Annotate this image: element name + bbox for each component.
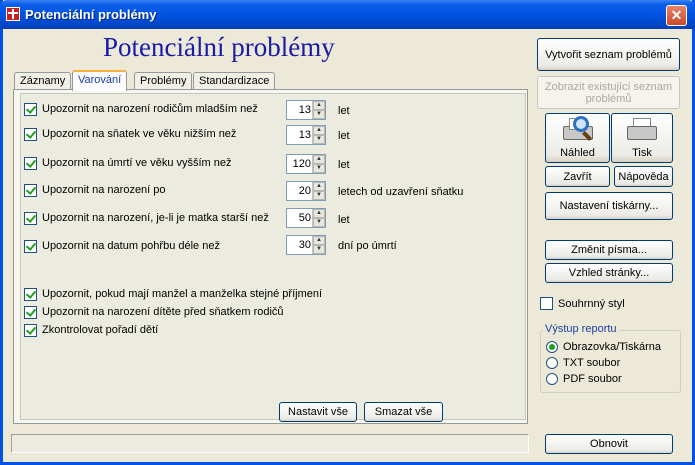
tab-standardizace[interactable]: Standardizace	[193, 72, 276, 90]
close-button[interactable]: Zavřít	[545, 166, 610, 187]
label-burial-late: Upozornit na datum pohřbu déle než	[42, 240, 220, 252]
spin-young-parent[interactable]: 13 ▲ ▼	[286, 100, 326, 120]
preview-button[interactable]: Náhled	[545, 113, 610, 163]
label-young-parent: Upozornit na narození rodičům mladším ne…	[42, 103, 258, 115]
spin-up-icon[interactable]: ▲	[313, 126, 325, 135]
printer-settings-button[interactable]: Nastavení tiskárny...	[545, 192, 673, 220]
print-button[interactable]: Tisk	[611, 113, 673, 163]
spin-up-icon[interactable]: ▲	[313, 155, 325, 164]
spin-old-death[interactable]: 120 ▲ ▼	[286, 154, 326, 174]
spin-up-icon[interactable]: ▲	[313, 101, 325, 110]
unit-old-death: let	[338, 159, 350, 171]
page-title: Potenciální problémy	[103, 32, 335, 62]
checkbox-children-order[interactable]	[24, 324, 37, 337]
tab-problemy[interactable]: Problémy	[134, 72, 193, 90]
radio-txt-file[interactable]	[546, 357, 558, 369]
app-icon	[6, 7, 20, 21]
label-child-before-marriage: Upozornit na narození dítěte před sňatke…	[42, 306, 284, 318]
label-young-marriage: Upozornit na sňatek ve věku nižším než	[42, 128, 237, 140]
report-output-title: Výstup reportu	[543, 323, 619, 335]
show-existing-button[interactable]: Zobrazit existující seznam problémů	[537, 76, 680, 109]
warnings-panel	[20, 93, 526, 420]
label-children-order: Zkontrolovat pořadí dětí	[42, 324, 159, 336]
change-font-button[interactable]: Změnit písma...	[545, 240, 673, 260]
spin-down-icon[interactable]: ▼	[313, 218, 325, 227]
create-list-button[interactable]: Vytvořit seznam problémů	[537, 38, 680, 71]
spin-up-icon[interactable]: ▲	[313, 209, 325, 218]
tab-varovani[interactable]: Varování	[72, 70, 128, 91]
checkbox-young-marriage[interactable]	[24, 128, 37, 141]
spin-up-icon[interactable]: ▲	[313, 182, 325, 191]
refresh-button[interactable]: Obnovit	[545, 434, 673, 454]
spin-old-mother[interactable]: 50 ▲ ▼	[286, 208, 326, 228]
magnifier-icon	[561, 116, 595, 144]
spin-birth-after[interactable]: 20 ▲ ▼	[286, 181, 326, 201]
unit-burial-late: dní po úmrtí	[338, 240, 397, 252]
printer-icon	[625, 116, 659, 144]
radio-pdf-file[interactable]	[546, 373, 558, 385]
spin-up-icon[interactable]: ▲	[313, 236, 325, 245]
tab-zaznamy[interactable]: Záznamy	[14, 72, 72, 90]
summary-style-label: Souhrnný styl	[558, 298, 625, 310]
spin-down-icon[interactable]: ▼	[313, 191, 325, 200]
label-txt-file: TXT soubor	[563, 357, 621, 369]
unit-young-marriage: let	[338, 130, 350, 142]
set-all-button[interactable]: Nastavit vše	[279, 402, 357, 422]
page-layout-button[interactable]: Vzhled stránky...	[545, 263, 673, 283]
checkbox-old-mother[interactable]	[24, 212, 37, 225]
label-old-mother: Upozornit na narození, je-li je matka st…	[42, 212, 269, 224]
spin-down-icon[interactable]: ▼	[313, 164, 325, 173]
spin-down-icon[interactable]: ▼	[313, 135, 325, 144]
label-same-surname: Upozornit, pokud mají manžel a manželka …	[42, 288, 323, 300]
checkbox-young-parent[interactable]	[24, 103, 37, 116]
checkbox-old-death[interactable]	[24, 157, 37, 170]
radio-screen-printer[interactable]	[546, 341, 558, 353]
spin-down-icon[interactable]: ▼	[313, 245, 325, 254]
summary-style-checkbox[interactable]	[540, 297, 553, 310]
checkbox-birth-after[interactable]	[24, 184, 37, 197]
spin-down-icon[interactable]: ▼	[313, 110, 325, 119]
label-old-death: Upozornit na úmrtí ve věku vyšším než	[42, 157, 232, 169]
clear-all-button[interactable]: Smazat vše	[364, 402, 443, 422]
spin-burial-late[interactable]: 30 ▲ ▼	[286, 235, 326, 255]
spin-young-marriage[interactable]: 13 ▲ ▼	[286, 125, 326, 145]
label-pdf-file: PDF soubor	[563, 373, 622, 385]
close-window-button[interactable]: ✕	[666, 5, 687, 26]
checkbox-same-surname[interactable]	[24, 288, 37, 301]
status-bar	[11, 434, 529, 453]
checkbox-child-before-marriage[interactable]	[24, 306, 37, 319]
title-bar[interactable]: Potenciální problémy ✕	[0, 0, 695, 29]
label-birth-after: Upozornit na narození po	[42, 184, 166, 196]
checkbox-burial-late[interactable]	[24, 240, 37, 253]
unit-birth-after: letech od uzavření sňatku	[338, 186, 464, 198]
label-screen-printer: Obrazovka/Tiskárna	[563, 341, 662, 353]
unit-old-mother: let	[338, 214, 350, 226]
window-title: Potenciální problémy	[25, 7, 157, 22]
unit-young-parent: let	[338, 105, 350, 117]
help-button[interactable]: Nápověda	[614, 166, 673, 187]
